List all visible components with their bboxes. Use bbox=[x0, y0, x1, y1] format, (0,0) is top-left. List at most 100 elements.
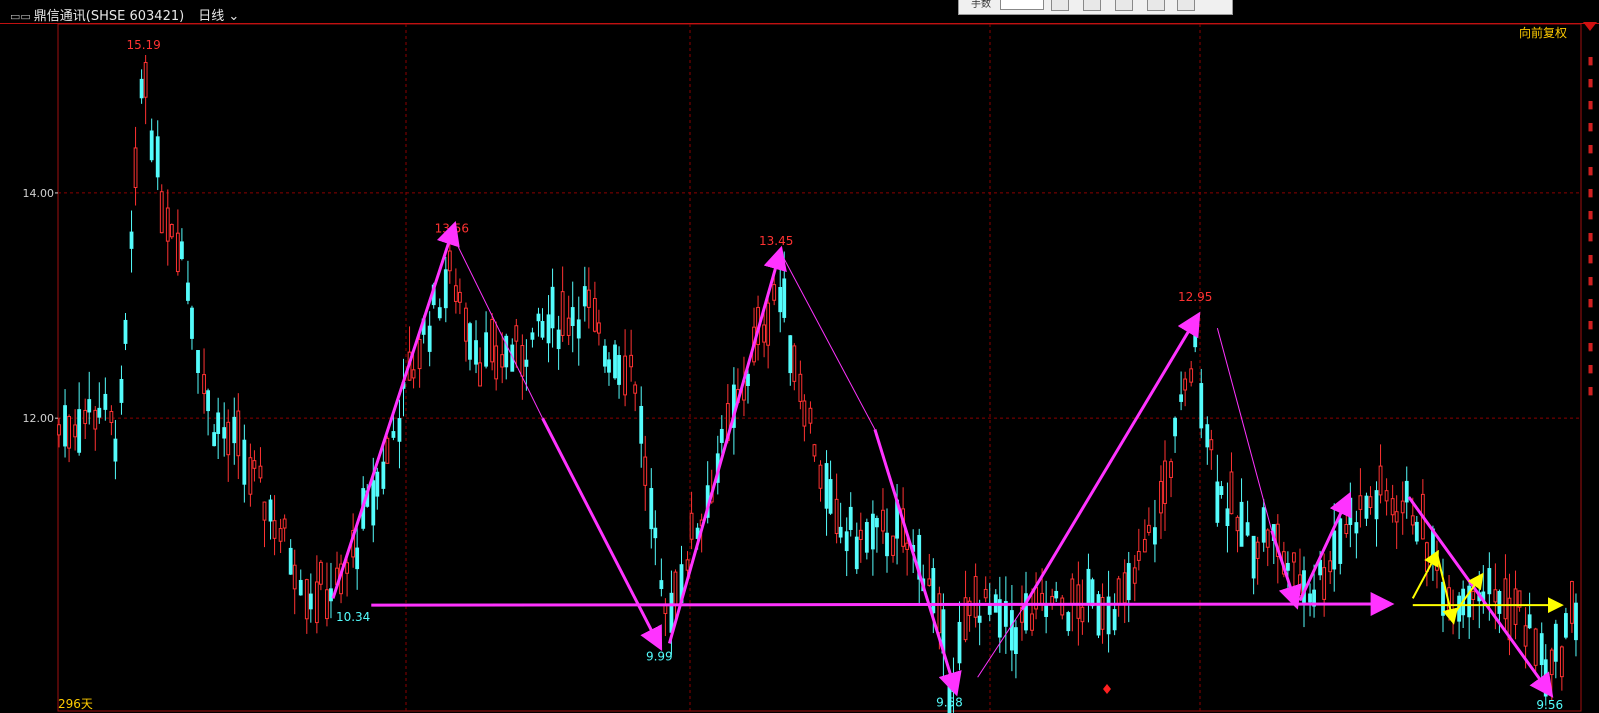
candle-body bbox=[391, 431, 396, 438]
candle-body bbox=[1364, 495, 1369, 519]
candle-body bbox=[1142, 538, 1147, 553]
candle-body bbox=[957, 621, 962, 664]
candle-body bbox=[1183, 378, 1188, 391]
low-price-label: 9.99 bbox=[646, 650, 673, 664]
y-tick-label: 14.00 bbox=[23, 187, 55, 200]
candle-body bbox=[818, 464, 823, 489]
side-panel-tab[interactable]: ▮ bbox=[1583, 76, 1598, 96]
candle-body bbox=[1414, 521, 1419, 542]
candle-body bbox=[643, 456, 648, 486]
side-panel-tab[interactable]: ▮ bbox=[1583, 362, 1598, 382]
candle-body bbox=[1173, 417, 1177, 437]
candle-body bbox=[427, 325, 432, 352]
candle-body bbox=[272, 520, 277, 539]
indicator-side-panel[interactable]: ▮ ▮ ▮ ▮ ▮ ▮ ▮ ▮ ▮ ▮ ▮ ▮ ▮ ▮ ▮ ▮ bbox=[1582, 24, 1599, 713]
side-panel-tab[interactable]: ▮ bbox=[1583, 252, 1598, 272]
candle-body bbox=[550, 286, 555, 329]
candle-body bbox=[530, 332, 535, 340]
candle-body bbox=[1146, 524, 1151, 533]
candle-body bbox=[1014, 627, 1018, 655]
side-panel-tab[interactable]: ▮ bbox=[1583, 98, 1598, 118]
candle-body bbox=[1040, 592, 1045, 605]
candle-body bbox=[1424, 542, 1429, 572]
candle-body bbox=[782, 278, 787, 318]
side-panel-tab[interactable]: ▮ bbox=[1583, 120, 1598, 140]
candle-body bbox=[1368, 496, 1373, 509]
candlestick-chart[interactable]: 14.0012.0015.1910.3413.569.9913.459.5812… bbox=[0, 0, 1599, 713]
candle-body bbox=[155, 136, 160, 178]
candle-body bbox=[1553, 623, 1558, 662]
candle-body bbox=[586, 289, 591, 308]
candle-body bbox=[1348, 497, 1353, 525]
candle-body bbox=[248, 457, 253, 495]
adjust-mode-badge[interactable]: 向前复权 bbox=[1519, 24, 1567, 41]
high-price-label: 13.45 bbox=[759, 234, 793, 248]
side-panel-tab[interactable]: ▮ bbox=[1583, 318, 1598, 338]
candle-body bbox=[669, 592, 674, 633]
candle-body bbox=[278, 528, 283, 542]
candle-body bbox=[838, 526, 843, 538]
candle-body bbox=[109, 410, 114, 423]
candle-body bbox=[447, 250, 452, 272]
candle-body bbox=[222, 427, 227, 439]
low-price-label: 9.58 bbox=[936, 696, 963, 710]
side-panel-tab[interactable]: ▮ bbox=[1583, 186, 1598, 206]
candle-body bbox=[1394, 511, 1399, 523]
candle-body bbox=[1533, 628, 1538, 666]
candle-body bbox=[1086, 568, 1091, 604]
candle-body bbox=[1009, 610, 1014, 651]
candle-body bbox=[597, 322, 601, 334]
candle-body bbox=[375, 471, 380, 497]
side-panel-tab[interactable]: ▮ bbox=[1583, 230, 1598, 250]
candle-body bbox=[1251, 535, 1256, 579]
candle-body bbox=[881, 509, 885, 532]
candle-body bbox=[1513, 588, 1518, 625]
candle-body bbox=[1441, 581, 1445, 616]
candle-body bbox=[653, 527, 658, 539]
candle-body bbox=[458, 291, 462, 303]
candle-body bbox=[1298, 574, 1302, 597]
candle-body bbox=[1308, 593, 1312, 603]
candle-body bbox=[977, 615, 982, 623]
candle-body bbox=[576, 319, 581, 339]
candle-body bbox=[437, 307, 442, 319]
candle-body bbox=[1384, 490, 1389, 502]
side-panel-tab[interactable]: ▮ bbox=[1583, 296, 1598, 316]
candle-body bbox=[262, 501, 267, 521]
candle-body bbox=[1374, 490, 1379, 520]
candle-body bbox=[617, 355, 621, 385]
candle-body bbox=[633, 384, 638, 394]
candle-body bbox=[1487, 568, 1492, 595]
candle-body bbox=[1044, 603, 1049, 617]
candle-body bbox=[1539, 633, 1544, 666]
side-panel-tab[interactable]: ▮ bbox=[1583, 208, 1598, 228]
day-count-label: 296天 bbox=[58, 697, 93, 711]
candle-body bbox=[1199, 383, 1204, 429]
candle-body bbox=[268, 499, 273, 522]
candle-body bbox=[186, 282, 190, 301]
candle-body bbox=[292, 564, 297, 590]
candle-body bbox=[87, 399, 92, 413]
candle-body bbox=[798, 373, 803, 402]
side-panel-tab[interactable]: ▮ bbox=[1583, 164, 1598, 184]
candle-body bbox=[1116, 578, 1121, 605]
candle-body bbox=[371, 480, 376, 526]
candle-body bbox=[468, 323, 472, 360]
candle-body bbox=[875, 517, 879, 528]
side-panel-tab[interactable]: ▮ bbox=[1583, 384, 1598, 404]
side-panel-tab[interactable]: ▮ bbox=[1583, 340, 1598, 360]
candle-body bbox=[689, 512, 694, 540]
candle-body bbox=[1132, 567, 1137, 584]
candle-body bbox=[169, 223, 174, 238]
candle-body bbox=[824, 463, 829, 509]
candle-body bbox=[129, 231, 134, 249]
candle-body bbox=[464, 307, 468, 342]
side-panel-tab[interactable]: ▮ bbox=[1583, 142, 1598, 162]
candle-body bbox=[216, 412, 221, 434]
candle-body bbox=[133, 147, 138, 188]
side-panel-tab[interactable]: ▮ bbox=[1583, 274, 1598, 294]
side-panel-tab[interactable]: ▮ bbox=[1583, 54, 1598, 74]
candle-body bbox=[864, 522, 869, 553]
candle-body bbox=[242, 439, 247, 485]
candle-body bbox=[411, 369, 416, 379]
